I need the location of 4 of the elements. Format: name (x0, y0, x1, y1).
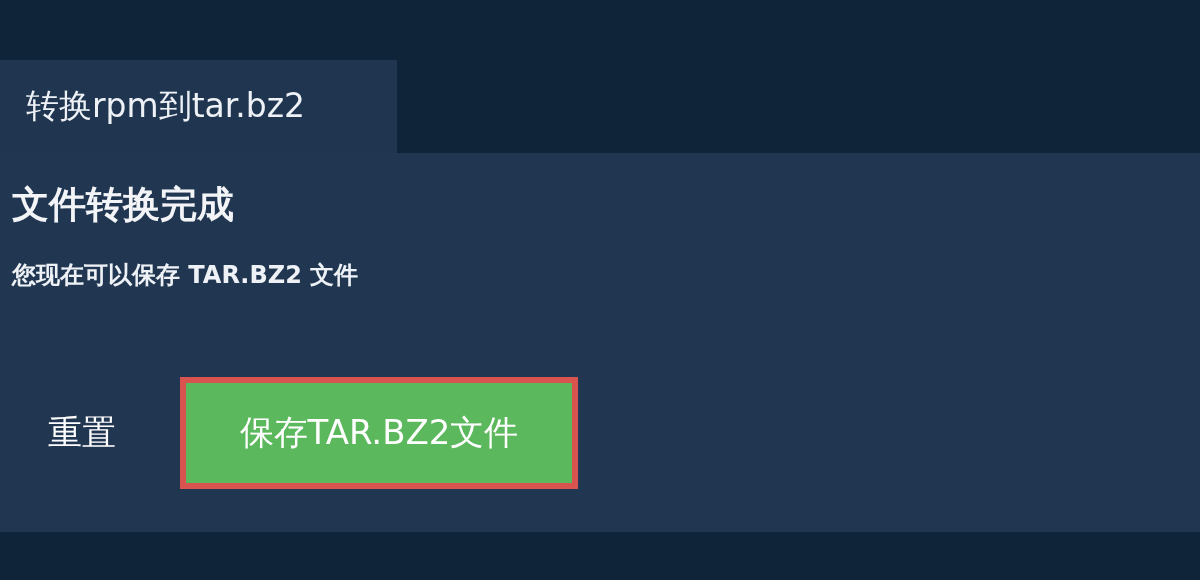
reset-button[interactable]: 重置 (12, 400, 152, 466)
status-title: 文件转换完成 (12, 182, 235, 228)
status-message: 您现在可以保存 TAR.BZ2 文件 (12, 260, 360, 291)
tab[interactable]: 转换rpm到tar.bz2 (0, 60, 397, 153)
